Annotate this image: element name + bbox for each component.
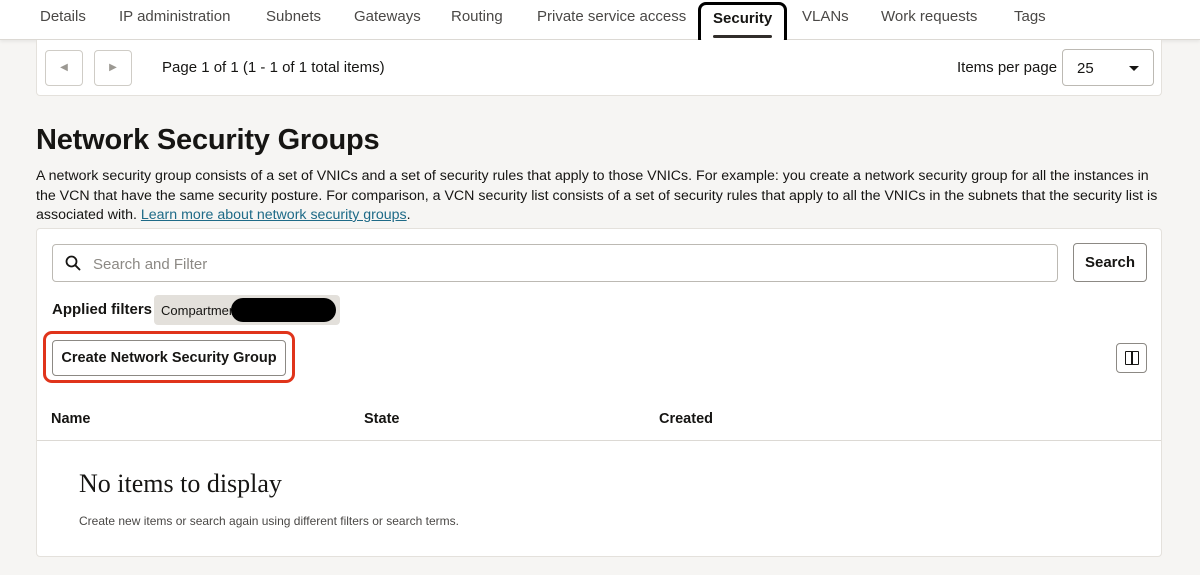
items-per-page-label: Items per page (957, 59, 1058, 76)
empty-state-subtitle: Create new items or search again using d… (79, 514, 459, 528)
tab-ip-administration[interactable]: IP administration (119, 0, 230, 36)
tab-vlans[interactable]: VLANs (802, 0, 849, 36)
tab-subnets[interactable]: Subnets (266, 0, 321, 36)
chevron-right-icon: ▶ (109, 62, 117, 73)
chevron-left-icon: ◀ (60, 62, 68, 73)
tab-work-requests[interactable]: Work requests (881, 0, 977, 36)
column-header-name[interactable]: Name (51, 411, 91, 427)
items-per-page-select[interactable]: 25 (1062, 49, 1154, 86)
tab-details[interactable]: Details (40, 0, 86, 36)
active-tab-indicator (713, 35, 773, 38)
empty-state-title: No items to display (79, 469, 282, 498)
tab-security-label: Security (713, 10, 773, 27)
previous-page-button[interactable]: ◀ (45, 50, 83, 86)
redaction-mark (231, 298, 336, 322)
applied-filters-label: Applied filters (52, 301, 153, 318)
description-end: . (406, 207, 411, 223)
table-header: Name State Created (37, 401, 1161, 441)
pagination-bar: ◀ ▶ Page 1 of 1 (1 - 1 of 1 total items)… (36, 40, 1162, 96)
tab-bar: Details IP administration Subnets Gatewa… (0, 0, 1200, 47)
tab-gateways[interactable]: Gateways (354, 0, 421, 36)
tab-tags[interactable]: Tags (1014, 0, 1046, 36)
column-header-state[interactable]: State (364, 411, 399, 427)
tab-private-service-access[interactable]: Private service access (537, 0, 686, 36)
tab-routing[interactable]: Routing (451, 0, 503, 36)
search-field[interactable] (52, 244, 1058, 282)
columns-icon (1125, 351, 1139, 365)
section-description: A network security group consists of a s… (36, 167, 1164, 226)
compartment-filter-chip[interactable]: Compartment (154, 295, 340, 325)
page-title: Network Security Groups (36, 124, 380, 156)
caret-down-icon (1129, 66, 1139, 71)
manage-columns-button[interactable] (1116, 343, 1147, 373)
create-network-security-group-button[interactable]: Create Network Security Group (52, 340, 286, 376)
search-button[interactable]: Search (1073, 243, 1147, 282)
column-header-created[interactable]: Created (659, 411, 713, 427)
next-page-button[interactable]: ▶ (94, 50, 132, 86)
nsg-list-card: Search Applied filters Compartment Creat… (36, 228, 1162, 557)
learn-more-link[interactable]: Learn more about network security groups (141, 207, 407, 223)
items-per-page-value: 25 (1077, 60, 1094, 77)
filter-chip-text: Compartment (161, 303, 240, 318)
search-icon (65, 255, 81, 271)
search-input[interactable] (93, 251, 1043, 277)
page-status: Page 1 of 1 (1 - 1 of 1 total items) (162, 59, 385, 76)
